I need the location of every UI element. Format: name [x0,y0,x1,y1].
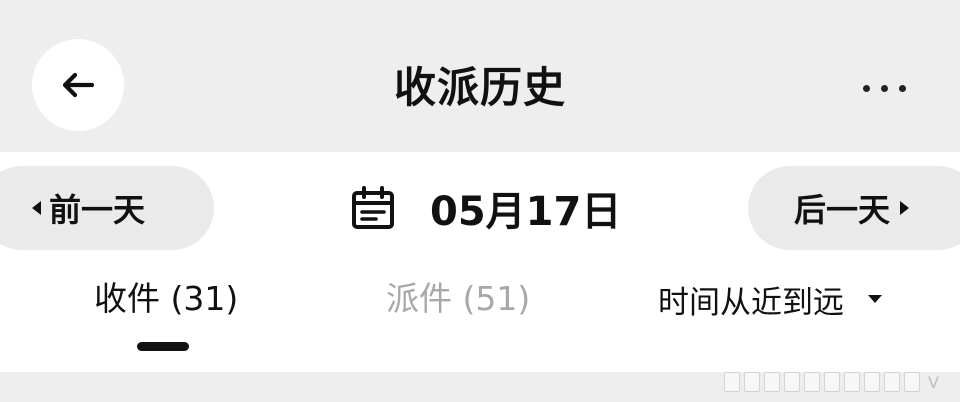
app-header: 收派历史 [0,0,960,152]
next-day-button[interactable]: 后一天 [748,166,960,250]
watermark-mark [884,372,900,392]
history-panel: 前一天 05月17日 后一天 收件 (31) 派件 (51) 时间从近到远 [0,152,960,372]
watermark-mark [824,372,840,392]
prev-day-label: 前一天 [49,191,146,229]
watermark-text: V [928,372,939,392]
watermark-mark [844,372,860,392]
watermark-mark [904,372,920,392]
watermark: V [724,370,960,394]
tab-delivery[interactable]: 派件 (51) [386,274,530,324]
watermark-mark [804,372,820,392]
watermark-mark [864,372,880,392]
sort-selected-label: 时间从近到远 [658,284,844,321]
watermark-mark [784,372,800,392]
more-dot [880,84,888,92]
caret-right-icon [900,201,910,215]
caret-left-icon [32,201,41,215]
date-picker[interactable]: 05月17日 [350,176,621,240]
page-title: 收派历史 [393,63,566,112]
calendar-icon [352,186,394,229]
watermark-mark [724,372,740,392]
more-button[interactable] [848,58,920,118]
watermark-mark [764,372,780,392]
watermark-mark [744,372,760,392]
more-dot [898,84,906,92]
next-day-label: 后一天 [794,191,891,229]
tab-pickup[interactable]: 收件 (31) [94,274,238,324]
active-tab-indicator [137,342,189,351]
more-horizontal-icon [862,84,870,92]
prev-day-button[interactable]: 前一天 [0,166,214,250]
sort-dropdown[interactable]: 时间从近到远 [658,274,882,324]
current-date: 05月17日 [430,189,622,235]
caret-down-icon [868,295,882,303]
